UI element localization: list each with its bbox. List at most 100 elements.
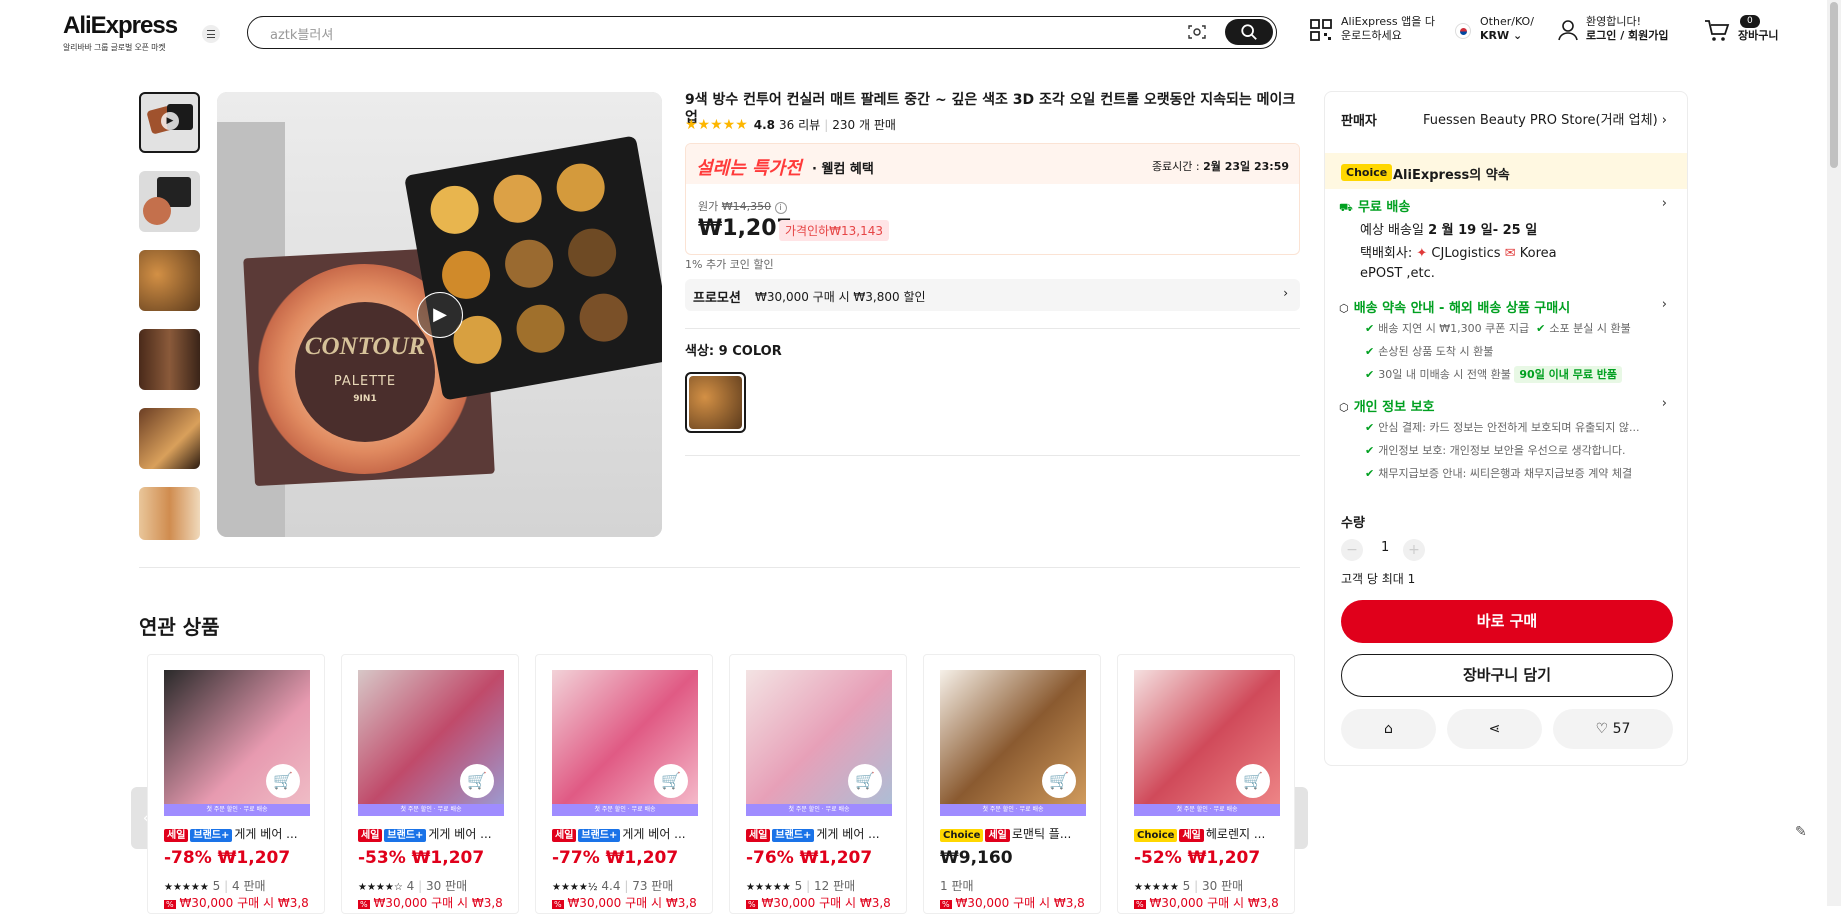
search-bar[interactable]: aztk블러셔 (247, 16, 1277, 49)
related-product-card[interactable]: 첫 주문 할인 · 무료 배송 🛒 세일 브랜드+ 게게 베어 ... -76% ₩… (729, 654, 907, 914)
product-image[interactable]: 첫 주문 할인 · 무료 배송 🛒 (552, 670, 698, 816)
product-image[interactable]: 첫 주문 할인 · 무료 배송 🛒 (940, 670, 1086, 816)
share-button[interactable]: ⋖ (1447, 709, 1542, 749)
cart-link[interactable]: 0 장바구니 (1704, 15, 1778, 43)
related-product-card[interactable]: 첫 주문 할인 · 무료 배송 🛒 세일 브랜드+ 게게 베어 ... -78% ₩… (147, 654, 325, 914)
product-price: ₩1,207 (411, 848, 485, 868)
product-price: ₩1,207 (1187, 848, 1261, 868)
discount-percent: -77% (552, 848, 600, 868)
cart-count-badge: 0 (1740, 15, 1760, 28)
coupon-icon: % (358, 900, 370, 909)
promotion-row[interactable]: 프로모션 ₩30,000 구매 시 ₩3,800 할인 › (685, 279, 1300, 311)
chevron-right-icon[interactable]: › (1662, 196, 1667, 211)
sale-tag: 세일 (985, 829, 1010, 842)
related-product-card[interactable]: 첫 주문 할인 · 무료 배송 🛒 세일 브랜드+ 게게 베어 ... -77% ₩… (535, 654, 713, 914)
add-cart-icon[interactable]: 🛒 (266, 764, 300, 798)
rating-row[interactable]: ★★★★★ 4.8 36 리뷰 | 230 개 판매 (685, 116, 896, 133)
thumbnail-6[interactable] (139, 487, 200, 540)
purchase-panel: 판매자 Fuessen Beauty PRO Store(거래 업체) › Ch… (1324, 91, 1688, 766)
related-products-title: 연관 상품 (139, 615, 220, 639)
promo-strip: 첫 주문 할인 · 무료 배송 (552, 804, 698, 816)
menu-icon[interactable] (202, 25, 220, 43)
aliexpress-logo[interactable]: AliExpress 알리바바 그룹 글로벌 오픈 마켓 (63, 12, 178, 53)
add-cart-icon[interactable]: 🛒 (1236, 764, 1270, 798)
edit-icon[interactable]: ✎ (1795, 824, 1807, 840)
privacy-protection[interactable]: ⬡ 개인 정보 보호 (1339, 396, 1435, 415)
chevron-right-icon: › (1661, 113, 1667, 128)
korea-post-icon: ✉ (1504, 246, 1516, 261)
related-product-card[interactable]: 첫 주문 할인 · 무료 배송 🛒 Choice 세일 헤로렌지 ... -52% … (1117, 654, 1295, 914)
check-icon: ✔ (1536, 322, 1546, 335)
search-button[interactable] (1225, 19, 1273, 45)
brand-tag: 브랜드+ (578, 829, 621, 842)
add-cart-icon[interactable]: 🛒 (460, 764, 494, 798)
check-icon: ✔ (1365, 345, 1375, 358)
brand-tag: 브랜드+ (772, 829, 815, 842)
chevron-right-icon: › (1283, 286, 1288, 300)
coupon-icon: % (164, 900, 176, 909)
add-to-cart-button[interactable]: 장바구니 담기 (1341, 654, 1673, 697)
thumbnail-video[interactable]: ▶ (139, 92, 200, 153)
promo-text: % ₩30,000 구매 시 ₩3,8 (358, 896, 503, 910)
wishlist-button[interactable]: ♡ 57 (1553, 709, 1673, 749)
app-download[interactable]: AliExpress 앱을 다 운로드하세요 (1309, 15, 1435, 43)
star-rating: ★★★★½ (552, 882, 598, 893)
sale-tag: 세일 (746, 829, 771, 842)
top-header: AliExpress 알리바바 그룹 글로벌 오픈 마켓 aztk블러셔 Ali… (0, 0, 1841, 66)
color-option-9color[interactable] (685, 372, 746, 433)
discount-percent: -78% (164, 848, 212, 868)
thumbnail-3[interactable] (139, 250, 200, 311)
store-button[interactable]: ⌂ (1341, 709, 1436, 749)
product-image[interactable]: 첫 주문 할인 · 무료 배송 🛒 (358, 670, 504, 816)
related-product-card[interactable]: 첫 주문 할인 · 무료 배송 🛒 Choice 세일 로맨틱 플... ₩9,16… (923, 654, 1101, 914)
product-image[interactable]: 첫 주문 할인 · 무료 배송 🛒 (164, 670, 310, 816)
info-icon[interactable]: i (774, 202, 787, 214)
region-selector[interactable]: Other/KO/ KRW ⌄ (1455, 15, 1534, 43)
qty-increase-button[interactable]: + (1403, 539, 1425, 561)
add-cart-icon[interactable]: 🛒 (654, 764, 688, 798)
coupon-icon: % (746, 900, 758, 909)
promo-text: % ₩30,000 구매 시 ₩3,8 (746, 896, 891, 910)
divider (685, 328, 1300, 329)
promo-strip: 첫 주문 할인 · 무료 배송 (940, 804, 1086, 816)
original-price: 원가 ₩14,350 i (698, 198, 787, 214)
add-cart-icon[interactable]: 🛒 (848, 764, 882, 798)
check-icon: ✔ (1365, 368, 1375, 381)
product-image[interactable]: 첫 주문 할인 · 무료 배송 🛒 (746, 670, 892, 816)
account-menu[interactable]: 환영합니다! 로그인 / 회원가입 (1556, 15, 1669, 43)
product-image[interactable]: 첫 주문 할인 · 무료 배송 🛒 (1134, 670, 1280, 816)
free-shipping[interactable]: ⛟ 무료 배송 (1339, 196, 1410, 216)
buy-now-button[interactable]: 바로 구매 (1341, 600, 1673, 643)
delivery-promise[interactable]: ⬡ 배송 약속 안내 - 해외 배송 상품 구매시 (1339, 297, 1570, 316)
search-icon (1241, 24, 1257, 40)
store-link[interactable]: Fuessen Beauty PRO Store(거래 업체) › (1423, 109, 1667, 128)
user-icon (1558, 20, 1578, 41)
scrollbar[interactable] (1827, 0, 1841, 906)
cj-logo-icon: ✦ (1416, 246, 1428, 261)
qty-decrease-button[interactable]: − (1341, 539, 1363, 561)
coin-discount: 1% 추가 코인 할인 (685, 258, 774, 271)
image-search-icon[interactable] (1188, 24, 1206, 40)
thumbnail-2[interactable] (139, 171, 200, 232)
check-icon: ✔ (1365, 421, 1375, 434)
product-name: 게게 베어 ... (428, 827, 492, 841)
main-product-image[interactable]: CONTOUR PALETTE 9IN1 ▶ (217, 92, 662, 537)
discount-percent: -53% (358, 848, 406, 868)
add-cart-icon[interactable]: 🛒 (1042, 764, 1076, 798)
search-input[interactable]: aztk블러셔 (270, 24, 333, 43)
chevron-right-icon[interactable]: › (1662, 396, 1667, 411)
share-icon: ⋖ (1488, 721, 1501, 737)
play-video-button[interactable]: ▶ (417, 292, 463, 338)
chevron-right-icon[interactable]: › (1662, 297, 1667, 312)
check-icon: ✔ (1365, 444, 1375, 457)
sold-count: 1 판매 (940, 879, 974, 893)
thumbnail-list: ▶ (139, 92, 200, 558)
thumbnail-5[interactable] (139, 408, 200, 469)
brand-tag: 브랜드+ (384, 829, 427, 842)
thumbnail-4[interactable] (139, 329, 200, 390)
promo-strip: 첫 주문 할인 · 무료 배송 (746, 804, 892, 816)
sale-tag: 세일 (164, 829, 189, 842)
check-icon: ✔ (1365, 467, 1375, 480)
qty-value[interactable]: 1 (1381, 540, 1389, 555)
related-product-card[interactable]: 첫 주문 할인 · 무료 배송 🛒 세일 브랜드+ 게게 베어 ... -53% ₩… (341, 654, 519, 914)
